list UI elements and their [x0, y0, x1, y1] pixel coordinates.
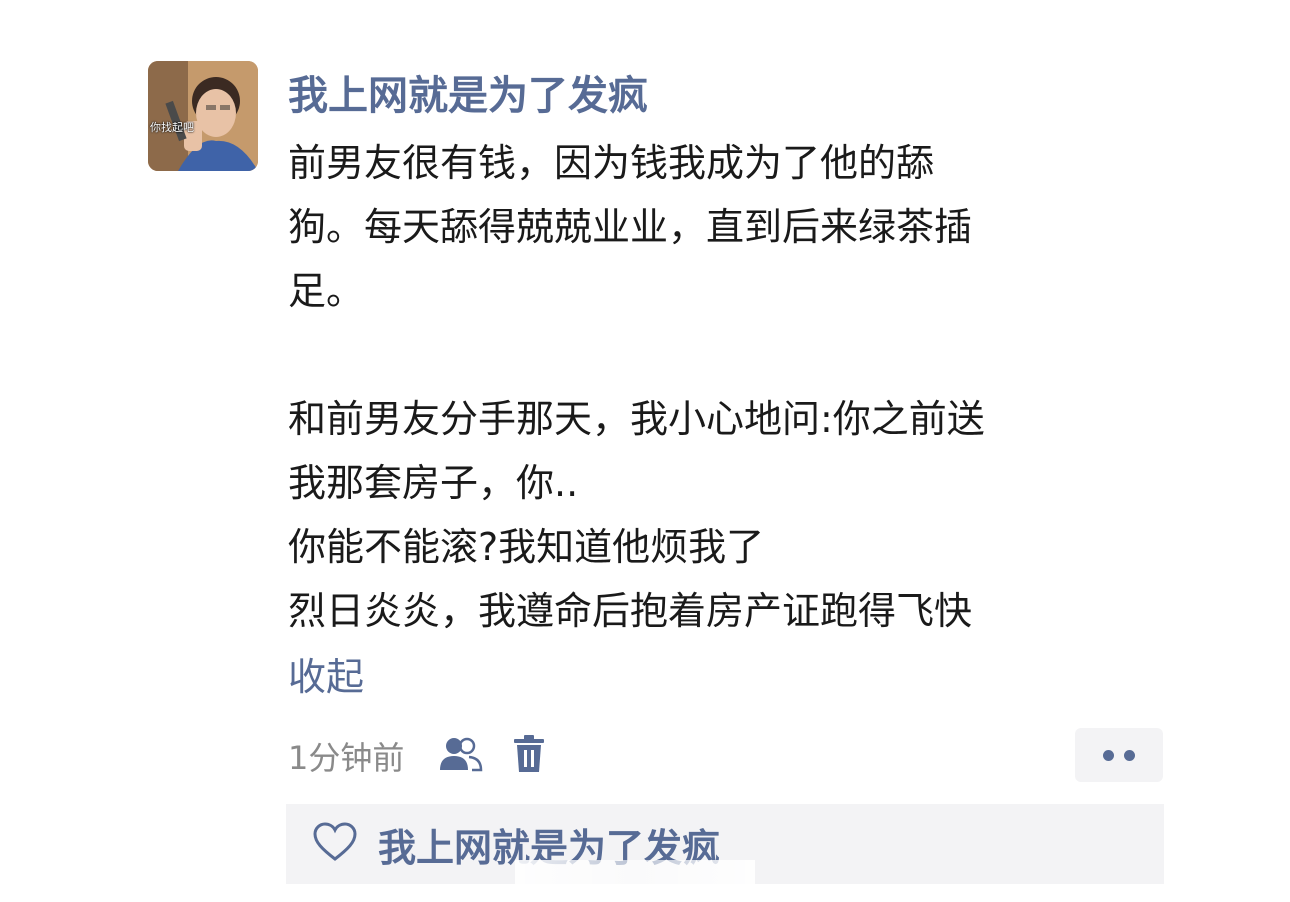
- watermark-overlay: [515, 860, 755, 890]
- post-meta: 1分钟前: [288, 730, 574, 782]
- content-line: 我那套房子，你..: [288, 461, 579, 505]
- content-line: 前男友很有钱，因为钱我成为了他的舔: [288, 141, 935, 185]
- content-line: 和前男友分手那天，我小心地问:你之前送: [288, 397, 985, 441]
- avatar-caption: 你找起吧: [150, 121, 194, 134]
- content-line: 足。: [288, 269, 365, 313]
- collapse-link[interactable]: 收起: [288, 647, 364, 707]
- content-line: 狗。每天舔得兢兢业业，直到后来绿茶插: [288, 205, 973, 249]
- author-name[interactable]: 我上网就是为了发疯: [288, 68, 648, 124]
- avatar-image: [148, 61, 258, 171]
- more-dots-icon: [1103, 749, 1114, 761]
- trash-icon[interactable]: [512, 734, 546, 778]
- heart-icon: [312, 822, 358, 866]
- content-line: 烈日炎炎，我遵命后抱着房产证跑得飞快: [288, 589, 973, 633]
- more-options-button[interactable]: [1075, 728, 1163, 782]
- post-content: 前男友很有钱，因为钱我成为了他的舔 狗。每天舔得兢兢业业，直到后来绿茶插 足。 …: [288, 131, 1168, 643]
- more-dots-icon: [1124, 749, 1135, 761]
- timestamp: 1分钟前: [288, 739, 405, 777]
- people-icon[interactable]: [438, 734, 484, 778]
- avatar[interactable]: 你找起吧: [148, 61, 258, 171]
- content-line: 你能不能滚?我知道他烦我了: [288, 525, 765, 569]
- content-blank-line: [288, 323, 1168, 387]
